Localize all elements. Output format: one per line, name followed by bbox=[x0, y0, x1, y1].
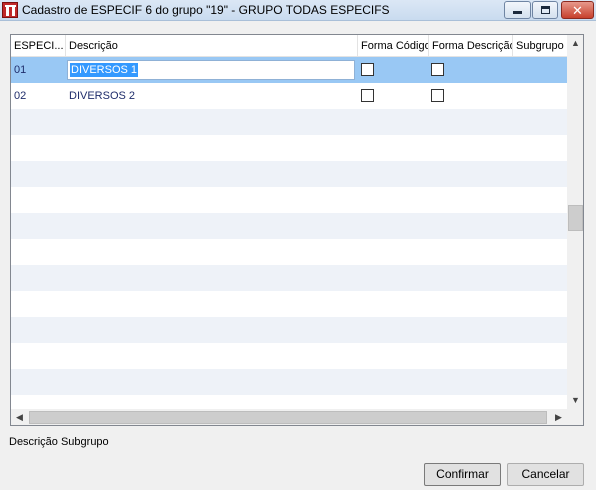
confirm-button[interactable]: Confirmar bbox=[424, 463, 501, 486]
empty-row bbox=[11, 395, 567, 409]
empty-row bbox=[11, 161, 567, 187]
grid-rows: 01 DIVERSOS 1 02 DIVERSOS 2 bbox=[11, 57, 567, 409]
grid-header: ESPECI... Descrição Forma Código Forma D… bbox=[11, 35, 567, 57]
empty-row bbox=[11, 317, 567, 343]
empty-row bbox=[11, 265, 567, 291]
close-icon: ✕ bbox=[572, 2, 583, 18]
cell-especif[interactable]: 02 bbox=[11, 83, 66, 109]
minimize-icon bbox=[513, 11, 522, 14]
scroll-corner bbox=[567, 409, 583, 425]
scroll-up-icon[interactable]: ▲ bbox=[567, 35, 583, 52]
descricao-edit-field[interactable]: DIVERSOS 1 bbox=[67, 60, 355, 80]
scroll-left-icon[interactable]: ◀ bbox=[11, 409, 28, 425]
cell-descricao[interactable]: DIVERSOS 2 bbox=[66, 83, 358, 109]
forma-codigo-checkbox[interactable] bbox=[361, 63, 374, 76]
horizontal-scroll-thumb[interactable] bbox=[29, 411, 547, 424]
column-header-forma-codigo[interactable]: Forma Código bbox=[358, 35, 429, 57]
app-icon bbox=[2, 2, 18, 18]
empty-row bbox=[11, 239, 567, 265]
descricao-selected-text[interactable]: DIVERSOS 1 bbox=[70, 63, 139, 77]
cell-subgrupo[interactable] bbox=[513, 57, 567, 83]
cell-subgrupo[interactable] bbox=[513, 83, 567, 109]
status-label: Descrição Subgrupo bbox=[9, 436, 109, 448]
especif-grid[interactable]: ESPECI... Descrição Forma Código Forma D… bbox=[10, 34, 584, 426]
column-header-descricao[interactable]: Descrição bbox=[66, 35, 358, 57]
empty-row bbox=[11, 291, 567, 317]
column-header-especif[interactable]: ESPECI... bbox=[11, 35, 66, 57]
minimize-button[interactable] bbox=[504, 1, 531, 19]
cell-especif[interactable]: 01 bbox=[11, 57, 66, 83]
column-header-subgrupo[interactable]: Subgrupo bbox=[513, 35, 567, 57]
empty-row bbox=[11, 135, 567, 161]
forma-descricao-checkbox[interactable] bbox=[431, 89, 444, 102]
title-bar[interactable]: Cadastro de ESPECIF 6 do grupo "19" - GR… bbox=[0, 0, 596, 21]
table-row[interactable]: 01 DIVERSOS 1 bbox=[11, 57, 567, 83]
vertical-scroll-thumb[interactable] bbox=[568, 205, 583, 231]
forma-codigo-checkbox[interactable] bbox=[361, 89, 374, 102]
vertical-scrollbar[interactable]: ▲ ▼ bbox=[567, 35, 583, 409]
empty-row bbox=[11, 109, 567, 135]
column-header-forma-descricao[interactable]: Forma Descrição bbox=[429, 35, 513, 57]
empty-row bbox=[11, 343, 567, 369]
table-row[interactable]: 02 DIVERSOS 2 bbox=[11, 83, 567, 109]
empty-row bbox=[11, 213, 567, 239]
horizontal-scrollbar[interactable]: ◀ ▶ bbox=[11, 409, 567, 425]
close-button[interactable]: ✕ bbox=[561, 1, 594, 19]
window-title: Cadastro de ESPECIF 6 do grupo "19" - GR… bbox=[22, 3, 390, 17]
maximize-button[interactable] bbox=[532, 1, 558, 19]
empty-row bbox=[11, 187, 567, 213]
empty-row bbox=[11, 369, 567, 395]
forma-descricao-checkbox[interactable] bbox=[431, 63, 444, 76]
scroll-right-icon[interactable]: ▶ bbox=[550, 409, 567, 425]
cancel-button[interactable]: Cancelar bbox=[507, 463, 584, 486]
scroll-down-icon[interactable]: ▼ bbox=[567, 392, 583, 409]
maximize-icon bbox=[540, 6, 550, 14]
